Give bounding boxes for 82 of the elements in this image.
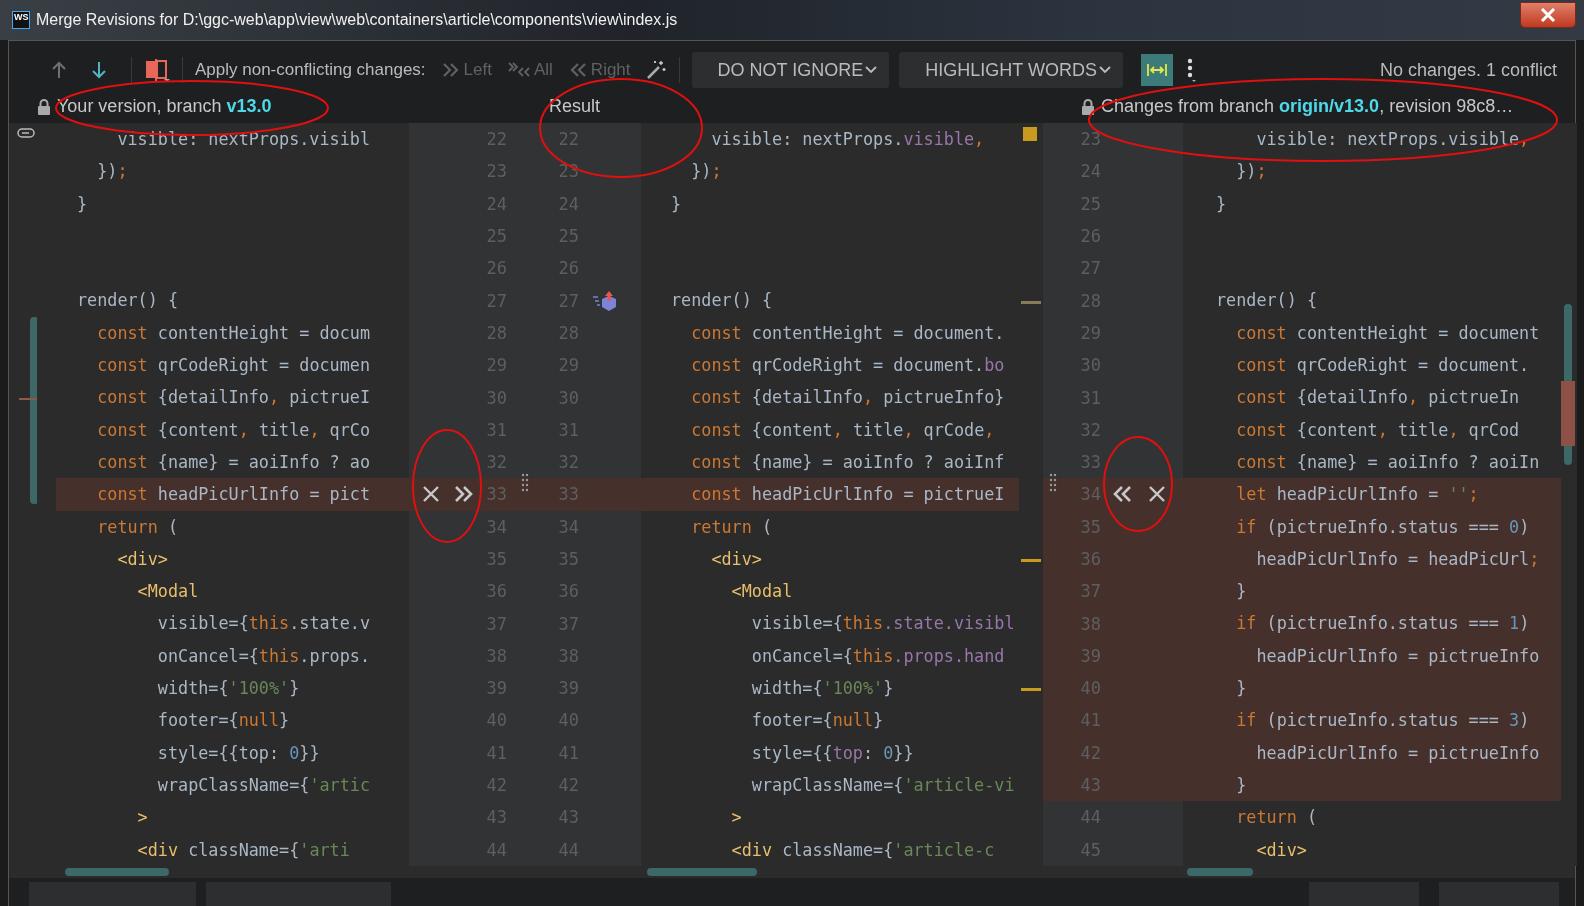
- code-line: });: [96, 160, 129, 184]
- code-line: onCancel={this.props.hand: [750, 644, 1006, 668]
- code-line: }: [76, 192, 89, 216]
- code-line: visible: nextProps.visible,: [710, 128, 986, 151]
- close-icon: [1540, 8, 1556, 22]
- change-marker: [1021, 688, 1041, 692]
- chevron-down-icon: [1098, 65, 1111, 75]
- split-square-icon[interactable]: [144, 57, 170, 83]
- sync-scroll-toggle[interactable]: [1140, 54, 1173, 86]
- collapse-icon[interactable]: [17, 128, 35, 138]
- dropdown[interactable]: DO NOT IGNORE: [691, 52, 890, 88]
- code-line: width={'100%'}: [750, 677, 895, 701]
- scroll-thumb[interactable]: [1187, 868, 1253, 876]
- code-line: const {name} = aoiInfo ? aoiIn: [1235, 450, 1541, 474]
- code-line: <Modal: [730, 580, 794, 604]
- horizontal-arrows-icon: [1145, 62, 1168, 78]
- double-chevron-left-icon: [568, 62, 587, 78]
- code-line: onCancel={this.props.: [156, 644, 371, 668]
- code-line: const {name} = aoiInfo ? ao: [96, 450, 371, 474]
- code-line: const {detailInfo, pictrueIn: [1235, 386, 1521, 410]
- code-line: const contentHeight = document: [1235, 321, 1541, 345]
- code-line: const contentHeight = document.: [690, 321, 1006, 345]
- code-line: <div>: [1255, 838, 1308, 862]
- code-line: return (: [96, 515, 180, 539]
- code-line: const qrCodeRight = documen: [96, 354, 371, 378]
- code-line: }: [670, 192, 683, 216]
- code-line: footer={null}: [750, 709, 885, 733]
- double-chevron-icon: [507, 62, 530, 78]
- down-arrow-icon[interactable]: [90, 60, 108, 80]
- window-title: Merge Revisions for D:\ggc-web\app\view\web\containers\article\components\view\index.js: [36, 11, 678, 29]
- code-line: render() {: [1215, 289, 1319, 313]
- conflict-marker: [1561, 381, 1575, 446]
- code-line: <div>: [710, 547, 763, 571]
- pane-header: Your version, branch v13.0: [57, 95, 272, 117]
- code-line: render() {: [670, 289, 774, 313]
- code-line: const qrCodeRight = document.: [1235, 354, 1531, 378]
- code-line: return (: [1235, 806, 1319, 830]
- cube-arrow-icon[interactable]: [593, 289, 619, 312]
- code-line: const {detailInfo, pictrueInfo}: [690, 386, 1006, 410]
- code-line: footer={null}: [156, 709, 291, 733]
- code-line: });: [1235, 160, 1268, 184]
- code-line: visible={this.state.v: [156, 612, 371, 636]
- code-line: width={'100%'}: [156, 677, 301, 701]
- code-line: return (: [690, 515, 774, 539]
- code-line: visible: nextProps.visibl: [116, 128, 371, 151]
- code-line: });: [690, 160, 723, 184]
- code-line: const {content, title, qrCo: [96, 418, 372, 442]
- code-line: const {content, title, qrCod: [1235, 418, 1521, 442]
- change-marker: [1023, 127, 1037, 141]
- code-line: const {detailInfo, pictrueI: [96, 386, 372, 410]
- code-line: <Modal: [136, 580, 200, 604]
- dropdown[interactable]: HIGHLIGHT WORDS: [899, 52, 1123, 88]
- code-line: <div className={'arti: [136, 838, 351, 862]
- code-line: >: [730, 806, 743, 830]
- change-marker: [1021, 300, 1041, 304]
- code-line: <div className={'article-c: [730, 838, 996, 862]
- scroll-thumb[interactable]: [65, 868, 169, 876]
- change-marker: [19, 397, 37, 400]
- code-line: <div>: [116, 547, 169, 571]
- toolbar-label: Apply non-conflicting changes:: [195, 60, 426, 80]
- code-line: visible: nextProps.visible,: [1255, 128, 1531, 151]
- code-line: const contentHeight = docum: [96, 321, 371, 345]
- code-line: const qrCodeRight = document.bo: [690, 354, 1006, 378]
- chevron-down-icon: [865, 65, 878, 75]
- code-line: wrapClassName={'article-vi: [750, 773, 1016, 797]
- code-line: style={{top: 0}}: [750, 741, 915, 765]
- close-button[interactable]: [1520, 2, 1576, 28]
- code-line: }: [1215, 192, 1228, 216]
- pane-header: Changes from branch origin/v13.0, revision 98c8…: [1101, 95, 1514, 117]
- code-line: style={{top: 0}}: [156, 741, 321, 765]
- code-line: visible={this.state.visibl: [750, 612, 1016, 636]
- scroll-thumb[interactable]: [647, 868, 757, 876]
- change-marker: [1021, 559, 1041, 563]
- code-line: const {name} = aoiInfo ? aoiInf: [690, 450, 1006, 474]
- status-text: No changes. 1 conflict: [1379, 59, 1558, 81]
- pane-header: Result: [549, 95, 601, 117]
- code-line: render() {: [76, 289, 180, 313]
- app-logo: WS: [12, 11, 30, 29]
- code-line: wrapClassName={'artic: [156, 773, 371, 797]
- code-line: >: [136, 806, 149, 830]
- code-line: const {content, title, qrCode,: [690, 418, 996, 442]
- double-chevron-right-icon: [441, 62, 460, 78]
